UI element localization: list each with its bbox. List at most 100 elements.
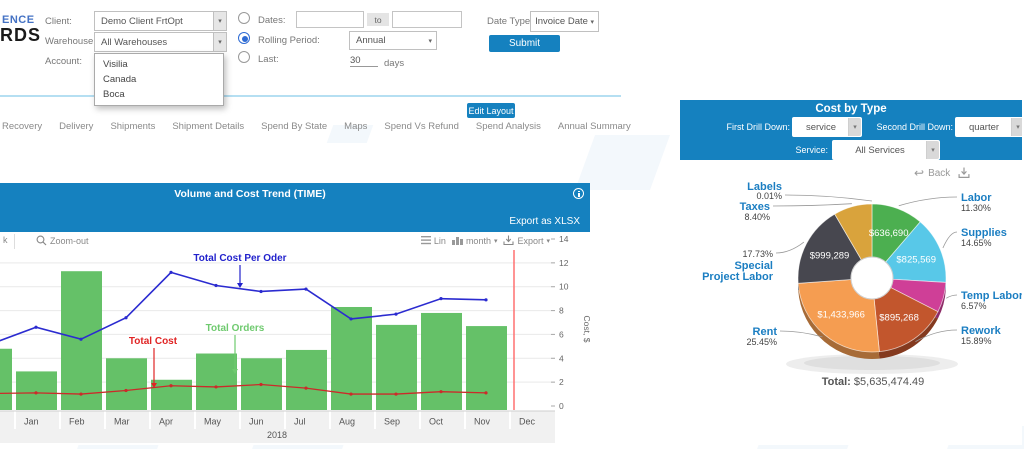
slice-value-label: $895,268 bbox=[879, 313, 919, 324]
x-tick-label: Dec bbox=[519, 417, 536, 427]
date-type-select[interactable]: Invoice Date ▾ bbox=[530, 11, 599, 32]
bar-Jul[interactable] bbox=[286, 350, 327, 410]
tab-spend-analysis[interactable]: Spend Analysis bbox=[476, 121, 541, 132]
date-from-input[interactable] bbox=[296, 11, 364, 28]
dropdown-option-boca[interactable]: Boca bbox=[95, 87, 223, 102]
service-value: All Services bbox=[855, 145, 905, 156]
watermark-shape bbox=[575, 135, 670, 190]
date-type-label: Date Type: bbox=[487, 16, 533, 27]
callout-labor-pct: 11.30% bbox=[961, 203, 991, 213]
rolling-period-label: Rolling Period: bbox=[258, 35, 320, 46]
chevron-down-icon[interactable]: ▾ bbox=[213, 33, 226, 51]
cost-by-type-title: Cost by Type bbox=[680, 103, 1022, 115]
slice-value-label: $1,433,966 bbox=[817, 310, 865, 321]
rolling-period-select[interactable]: Annual ▾ bbox=[349, 31, 437, 50]
chevron-down-icon[interactable]: ▾ bbox=[213, 12, 226, 30]
tab-recovery[interactable]: Recovery bbox=[2, 121, 42, 132]
dates-label: Dates: bbox=[258, 15, 285, 26]
nav-tabs: Recovery Delivery Shipments Shipment Detail… bbox=[2, 121, 631, 132]
y-tick-label: 12 bbox=[559, 258, 569, 268]
pie-total-label: Total: bbox=[822, 376, 851, 388]
x-tick-label: Nov bbox=[474, 417, 491, 427]
x-axis-year: 2018 bbox=[267, 430, 287, 440]
trend-chart-plot: 02468101214Cost, $JanFebMarAprMayJunJulA… bbox=[0, 234, 590, 443]
y-tick-label: 6 bbox=[559, 329, 564, 339]
bar-Nov[interactable] bbox=[466, 326, 507, 410]
bar-Mar[interactable] bbox=[106, 358, 147, 410]
bar-May[interactable] bbox=[196, 354, 237, 410]
first-drill-select[interactable]: service ▾ bbox=[792, 117, 862, 137]
first-drill-label: First Drill Down: bbox=[700, 122, 790, 132]
edit-layout-button[interactable]: Edit Layout bbox=[467, 103, 515, 118]
second-drill-select[interactable]: quarter ▾ bbox=[955, 117, 1022, 137]
y-tick-label: 2 bbox=[559, 377, 564, 387]
x-tick-label: Oct bbox=[429, 417, 444, 427]
export-xlsx-link[interactable]: Export as XLSX bbox=[509, 216, 580, 227]
client-select[interactable]: Demo Client FrtOpt ▾ bbox=[94, 11, 227, 31]
dropdown-option-visilia[interactable]: Visilia bbox=[95, 57, 223, 72]
dropdown-option-canada[interactable]: Canada bbox=[95, 72, 223, 87]
client-label: Client: bbox=[45, 16, 72, 27]
chevron-down-icon[interactable]: ▾ bbox=[1011, 118, 1022, 136]
bar-Jan[interactable] bbox=[16, 371, 57, 410]
back-button[interactable]: ↩ Back bbox=[914, 166, 950, 180]
callout-special-project-labor-pct: 17.73% bbox=[742, 249, 773, 259]
y-tick-label: 10 bbox=[559, 282, 569, 292]
tab-maps[interactable]: Maps bbox=[344, 121, 367, 132]
warehouse-select[interactable]: All Warehouses ▾ bbox=[94, 32, 227, 52]
second-drill-value: quarter bbox=[969, 122, 999, 133]
x-tick-label: Jul bbox=[294, 417, 306, 427]
last-radio[interactable] bbox=[238, 51, 250, 63]
bar-Sep[interactable] bbox=[376, 325, 417, 410]
x-tick-label: Sep bbox=[384, 417, 400, 427]
callout-labels-pct: 0.01% bbox=[756, 191, 782, 201]
account-label: Account: bbox=[45, 56, 82, 67]
chevron-down-icon[interactable]: ▾ bbox=[926, 141, 939, 159]
warehouse-dropdown-list: VisiliaCanadaBoca bbox=[94, 53, 224, 106]
y-tick-label: 8 bbox=[559, 306, 564, 316]
cost-by-type-panel: Cost by Type First Drill Down: service ▾… bbox=[680, 100, 1022, 445]
date-type-value: Invoice Date bbox=[535, 16, 588, 27]
export-icon bbox=[958, 167, 970, 179]
cost-by-type-header: Cost by Type First Drill Down: service ▾… bbox=[680, 100, 1022, 160]
chevron-down-icon[interactable]: ▾ bbox=[848, 118, 861, 136]
bar-Oct[interactable] bbox=[421, 313, 462, 410]
last-days-input[interactable]: 30 bbox=[350, 55, 378, 67]
rolling-period-radio[interactable] bbox=[238, 32, 250, 44]
dates-radio[interactable] bbox=[238, 12, 250, 24]
tab-spend-by-state[interactable]: Spend By State bbox=[261, 121, 327, 132]
tab-shipment-details[interactable]: Shipment Details bbox=[172, 121, 244, 132]
logo-fragment-bottom: RDS bbox=[0, 25, 41, 46]
x-tick-label: Feb bbox=[69, 417, 85, 427]
y-tick-label: 0 bbox=[559, 401, 564, 411]
annotation-total-cost-per-oder: Total Cost Per Oder bbox=[193, 253, 286, 264]
last-label: Last: bbox=[258, 54, 279, 65]
submit-button[interactable]: Submit bbox=[489, 35, 560, 52]
date-to-chip: to bbox=[367, 13, 389, 26]
callout-temp-labor-pct: 6.57% bbox=[961, 301, 987, 311]
first-drill-value: service bbox=[806, 122, 836, 133]
tab-annual-summary[interactable]: Annual Summary bbox=[558, 121, 631, 132]
x-tick-label: Jun bbox=[249, 417, 264, 427]
back-label: Back bbox=[928, 168, 950, 179]
annotation-total-cost: Total Cost bbox=[129, 336, 178, 347]
tab-delivery[interactable]: Delivery bbox=[59, 121, 93, 132]
service-select[interactable]: All Services ▾ bbox=[832, 140, 940, 160]
bar-edge[interactable] bbox=[0, 349, 12, 410]
days-label: days bbox=[384, 58, 404, 69]
warehouse-label: Warehouse: bbox=[45, 36, 96, 47]
chevron-down-icon: ▾ bbox=[428, 37, 432, 45]
pie-total: Total: $5,635,474.49 bbox=[702, 376, 1024, 388]
callout-rent-pct: 25.45% bbox=[746, 337, 777, 347]
info-icon[interactable] bbox=[573, 188, 584, 199]
tab-spend-vs-refund[interactable]: Spend Vs Refund bbox=[384, 121, 458, 132]
back-arrow-icon: ↩ bbox=[914, 166, 924, 180]
pie-total-value: $5,635,474.49 bbox=[854, 376, 924, 388]
y-tick-label: 4 bbox=[559, 353, 564, 363]
date-to-input[interactable] bbox=[392, 11, 462, 28]
x-tick-label: Jan bbox=[24, 417, 39, 427]
trend-chart-title: Volume and Cost Trend (TIME) bbox=[0, 188, 500, 200]
tab-shipments[interactable]: Shipments bbox=[110, 121, 155, 132]
dashboard-page: ENCE RDS Client: Demo Client FrtOpt ▾ Wa… bbox=[0, 0, 1024, 449]
callout-taxes-pct: 8.40% bbox=[744, 212, 770, 222]
